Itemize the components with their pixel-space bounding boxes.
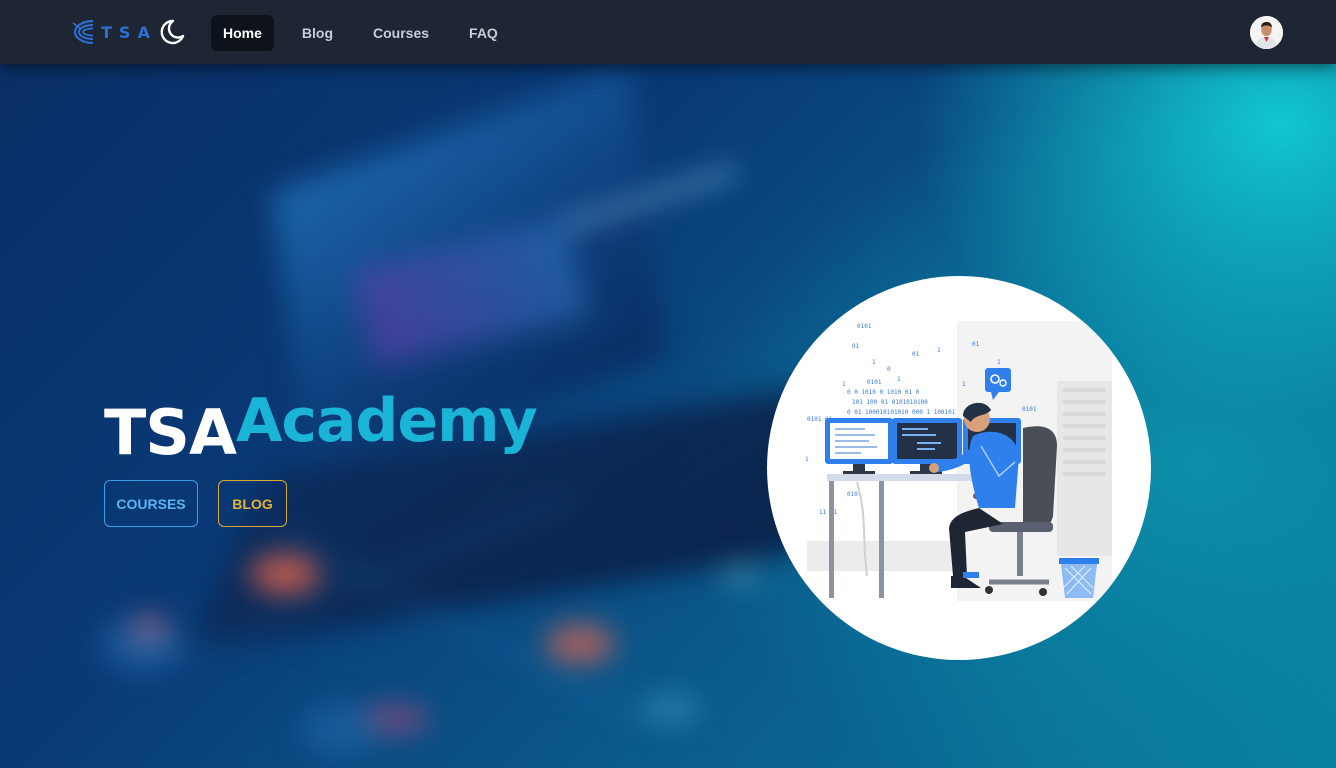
theme-toggle-button[interactable] [156, 17, 186, 47]
svg-text:1: 1 [897, 376, 901, 383]
top-navbar: TSA Home Blog Courses FAQ [0, 0, 1336, 64]
hero-title-academy: Academy [235, 386, 538, 456]
svg-text:01: 01 [972, 341, 980, 348]
user-avatar-icon [1250, 16, 1283, 49]
courses-button[interactable]: COURSES [104, 480, 198, 527]
user-avatar[interactable] [1250, 16, 1283, 49]
hero-buttons: COURSES BLOG [104, 480, 287, 527]
svg-text:1: 1 [962, 381, 966, 388]
svg-text:0 01 100010101010 000 1 100101: 0 01 100010101010 000 1 100101 [847, 409, 956, 416]
svg-text:1: 1 [842, 381, 846, 388]
nav-link-home[interactable]: Home [211, 15, 274, 51]
svg-text:0101: 0101 [867, 379, 882, 386]
hero-title: TSA Academy [104, 386, 538, 469]
svg-text:0 0 1010 0 1010 01 0: 0 0 1010 0 1010 01 0 [847, 389, 920, 396]
logo-swirl-icon [72, 19, 94, 45]
nav-link-blog[interactable]: Blog [290, 15, 345, 51]
brand-logo[interactable]: TSA [71, 17, 157, 47]
svg-text:11 01: 11 01 [819, 509, 837, 516]
developer-illustration: 0101 01 1 0 01 1 1 0101 1 0 0 1010 0 1010 01 0… [767, 276, 1151, 660]
svg-text:01: 01 [912, 351, 920, 358]
svg-text:0: 0 [887, 366, 891, 373]
main-nav: Home Blog Courses FAQ [211, 15, 526, 51]
nav-link-courses[interactable]: Courses [361, 15, 441, 51]
blog-button[interactable]: BLOG [218, 480, 287, 527]
svg-text:1: 1 [937, 347, 941, 354]
developer-workstation-icon: 0101011 0011 1 0101 1 0 0 1010 0 1010 01 0… [805, 321, 1112, 601]
svg-text:1: 1 [872, 359, 876, 366]
moon-icon [160, 19, 185, 45]
svg-text:101 100 01 0101010100: 101 100 01 0101010100 [852, 399, 928, 406]
svg-text:0101: 0101 [857, 323, 872, 330]
hero-section: TSA Academy COURSES BLOG 0101 01 1 0 01 1 10… [0, 64, 1336, 768]
logo-text: TSA [101, 22, 157, 42]
nav-link-faq[interactable]: FAQ [457, 15, 510, 51]
svg-text:01: 01 [852, 343, 860, 350]
svg-text:1: 1 [997, 359, 1001, 366]
svg-text:1: 1 [805, 456, 809, 463]
svg-text:0101: 0101 [1022, 406, 1037, 413]
hero-title-tsa: TSA [104, 396, 237, 469]
